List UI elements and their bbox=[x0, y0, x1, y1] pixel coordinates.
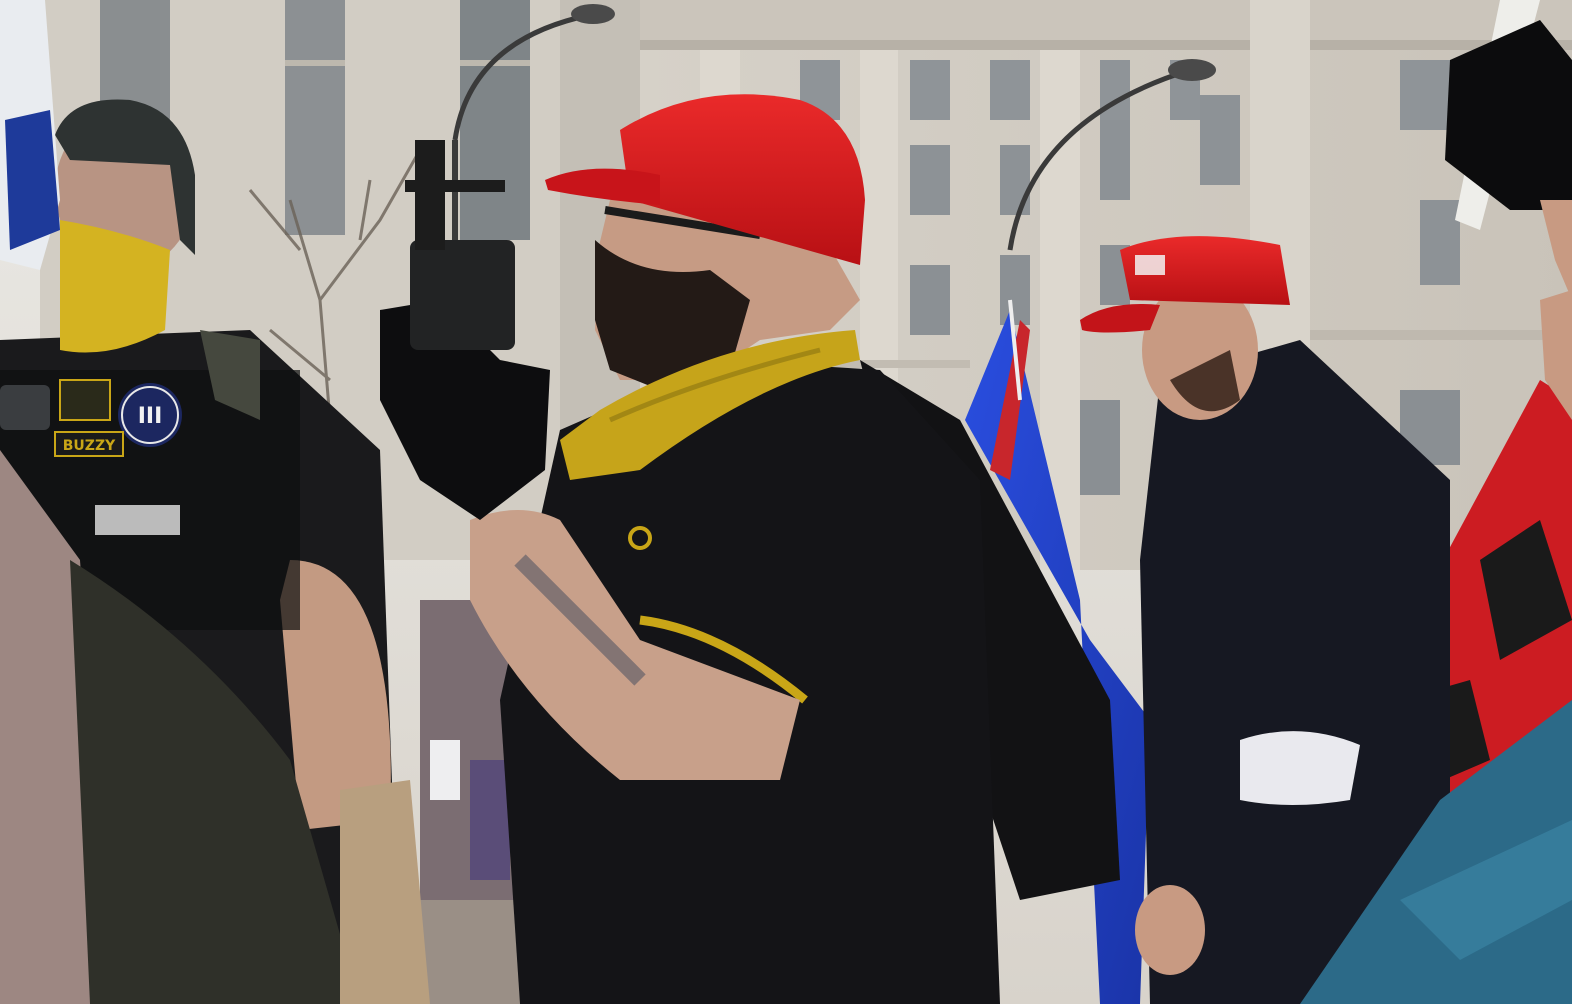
body-camera bbox=[0, 385, 50, 430]
three-patch-text: III bbox=[138, 404, 163, 429]
photo-illustration: III BUZZY bbox=[0, 0, 1572, 1004]
photo-scene: III BUZZY bbox=[0, 0, 1572, 1004]
name-tag-text: BUZZY bbox=[63, 438, 116, 454]
handheld-device bbox=[410, 240, 515, 350]
